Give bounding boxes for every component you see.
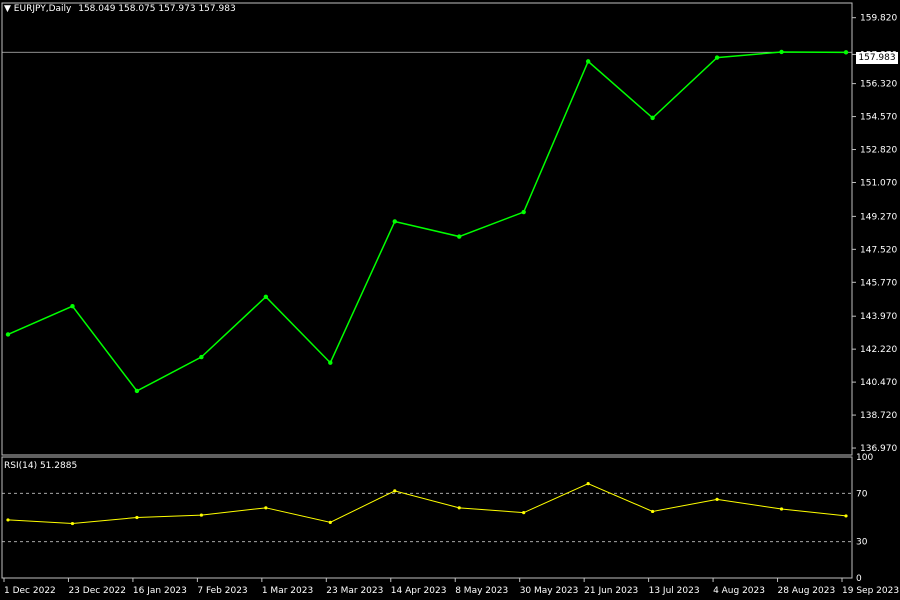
date-tick-label: 23 Mar 2023 [326, 586, 383, 596]
date-tick-label: 16 Jan 2023 [133, 586, 187, 596]
date-tick-label: 1 Dec 2022 [4, 586, 56, 596]
date-tick-label: 13 Jul 2023 [649, 586, 700, 596]
price-tick-label: 154.570 [860, 113, 897, 123]
rsi-panel-frame [1, 456, 853, 579]
price-point [70, 304, 75, 309]
rsi-point [457, 506, 461, 510]
price-point [650, 115, 655, 121]
rsi-point [135, 515, 139, 520]
ohlc-readout: 158.049 158.075 157.973 157.983 [78, 4, 236, 14]
price-series-line [7, 51, 847, 392]
price-point [199, 354, 204, 360]
rsi-point [393, 489, 397, 493]
rsi-point [199, 513, 203, 517]
date-tick-label: 14 Apr 2023 [391, 586, 447, 596]
chart-canvas: 159.820157.870156.320154.570152.820151.0… [1, 2, 899, 596]
rsi-point [6, 518, 10, 522]
rsi-point [651, 509, 655, 514]
price-tick-label: 159.820 [860, 14, 897, 24]
price-point [263, 294, 269, 299]
price-point [328, 360, 333, 365]
rsi-point [844, 514, 848, 518]
rsi-level-label: 100 [856, 453, 873, 463]
price-point [521, 209, 526, 215]
date-tick-label: 19 Sep 2023 [842, 586, 899, 596]
chart-header: ▼ EURJPY,Daily 158.049 158.075 157.973 1… [4, 4, 236, 14]
price-point [392, 219, 397, 224]
price-tick-label: 147.520 [860, 245, 897, 255]
price-point [714, 55, 720, 60]
date-tick-label: 28 Aug 2023 [778, 586, 836, 596]
price-point [843, 50, 849, 55]
date-tick-label: 1 Mar 2023 [262, 586, 313, 596]
rsi-point [522, 511, 526, 515]
price-tick-label: 145.770 [860, 278, 897, 288]
price-tick-label: 140.470 [860, 378, 897, 388]
price-tick-label: 156.320 [860, 80, 897, 90]
price-tick-label: 151.070 [860, 178, 897, 188]
rsi-level-label: 0 [856, 574, 862, 584]
price-point [457, 234, 462, 239]
date-tick-label: 23 Dec 2022 [68, 586, 126, 596]
price-tick-label: 152.820 [860, 146, 897, 156]
rsi-point [264, 506, 268, 510]
date-tick-label: 21 Jun 2023 [584, 586, 638, 596]
symbol-label: EURJPY,Daily [13, 4, 72, 14]
date-tick-label: 30 May 2023 [520, 586, 579, 596]
rsi-level-label: 70 [856, 489, 868, 499]
rsi-point [715, 497, 719, 501]
price-tick-label: 143.970 [860, 312, 897, 322]
current-price-box: 157.983 [856, 52, 898, 64]
price-tick-label: 138.720 [860, 411, 897, 421]
price-point [585, 59, 591, 64]
date-tick-label: 8 May 2023 [455, 586, 508, 596]
rsi-point [70, 521, 75, 526]
price-point [779, 49, 784, 55]
rsi-point [586, 482, 590, 486]
date-tick-label: 4 Aug 2023 [713, 586, 765, 596]
date-tick-label: 7 Feb 2023 [197, 586, 247, 596]
price-point [134, 388, 140, 394]
rsi-point [779, 507, 784, 511]
price-tick-label: 149.270 [860, 212, 897, 222]
rsi-point [328, 520, 332, 524]
price-point [5, 332, 11, 337]
price-tick-label: 142.220 [860, 345, 897, 355]
rsi-series-line [7, 483, 847, 525]
triangle-down-icon[interactable]: ▼ [4, 4, 11, 14]
rsi-level-label: 30 [856, 538, 868, 548]
rsi-header: RSI(14) 51.2885 [4, 461, 78, 471]
